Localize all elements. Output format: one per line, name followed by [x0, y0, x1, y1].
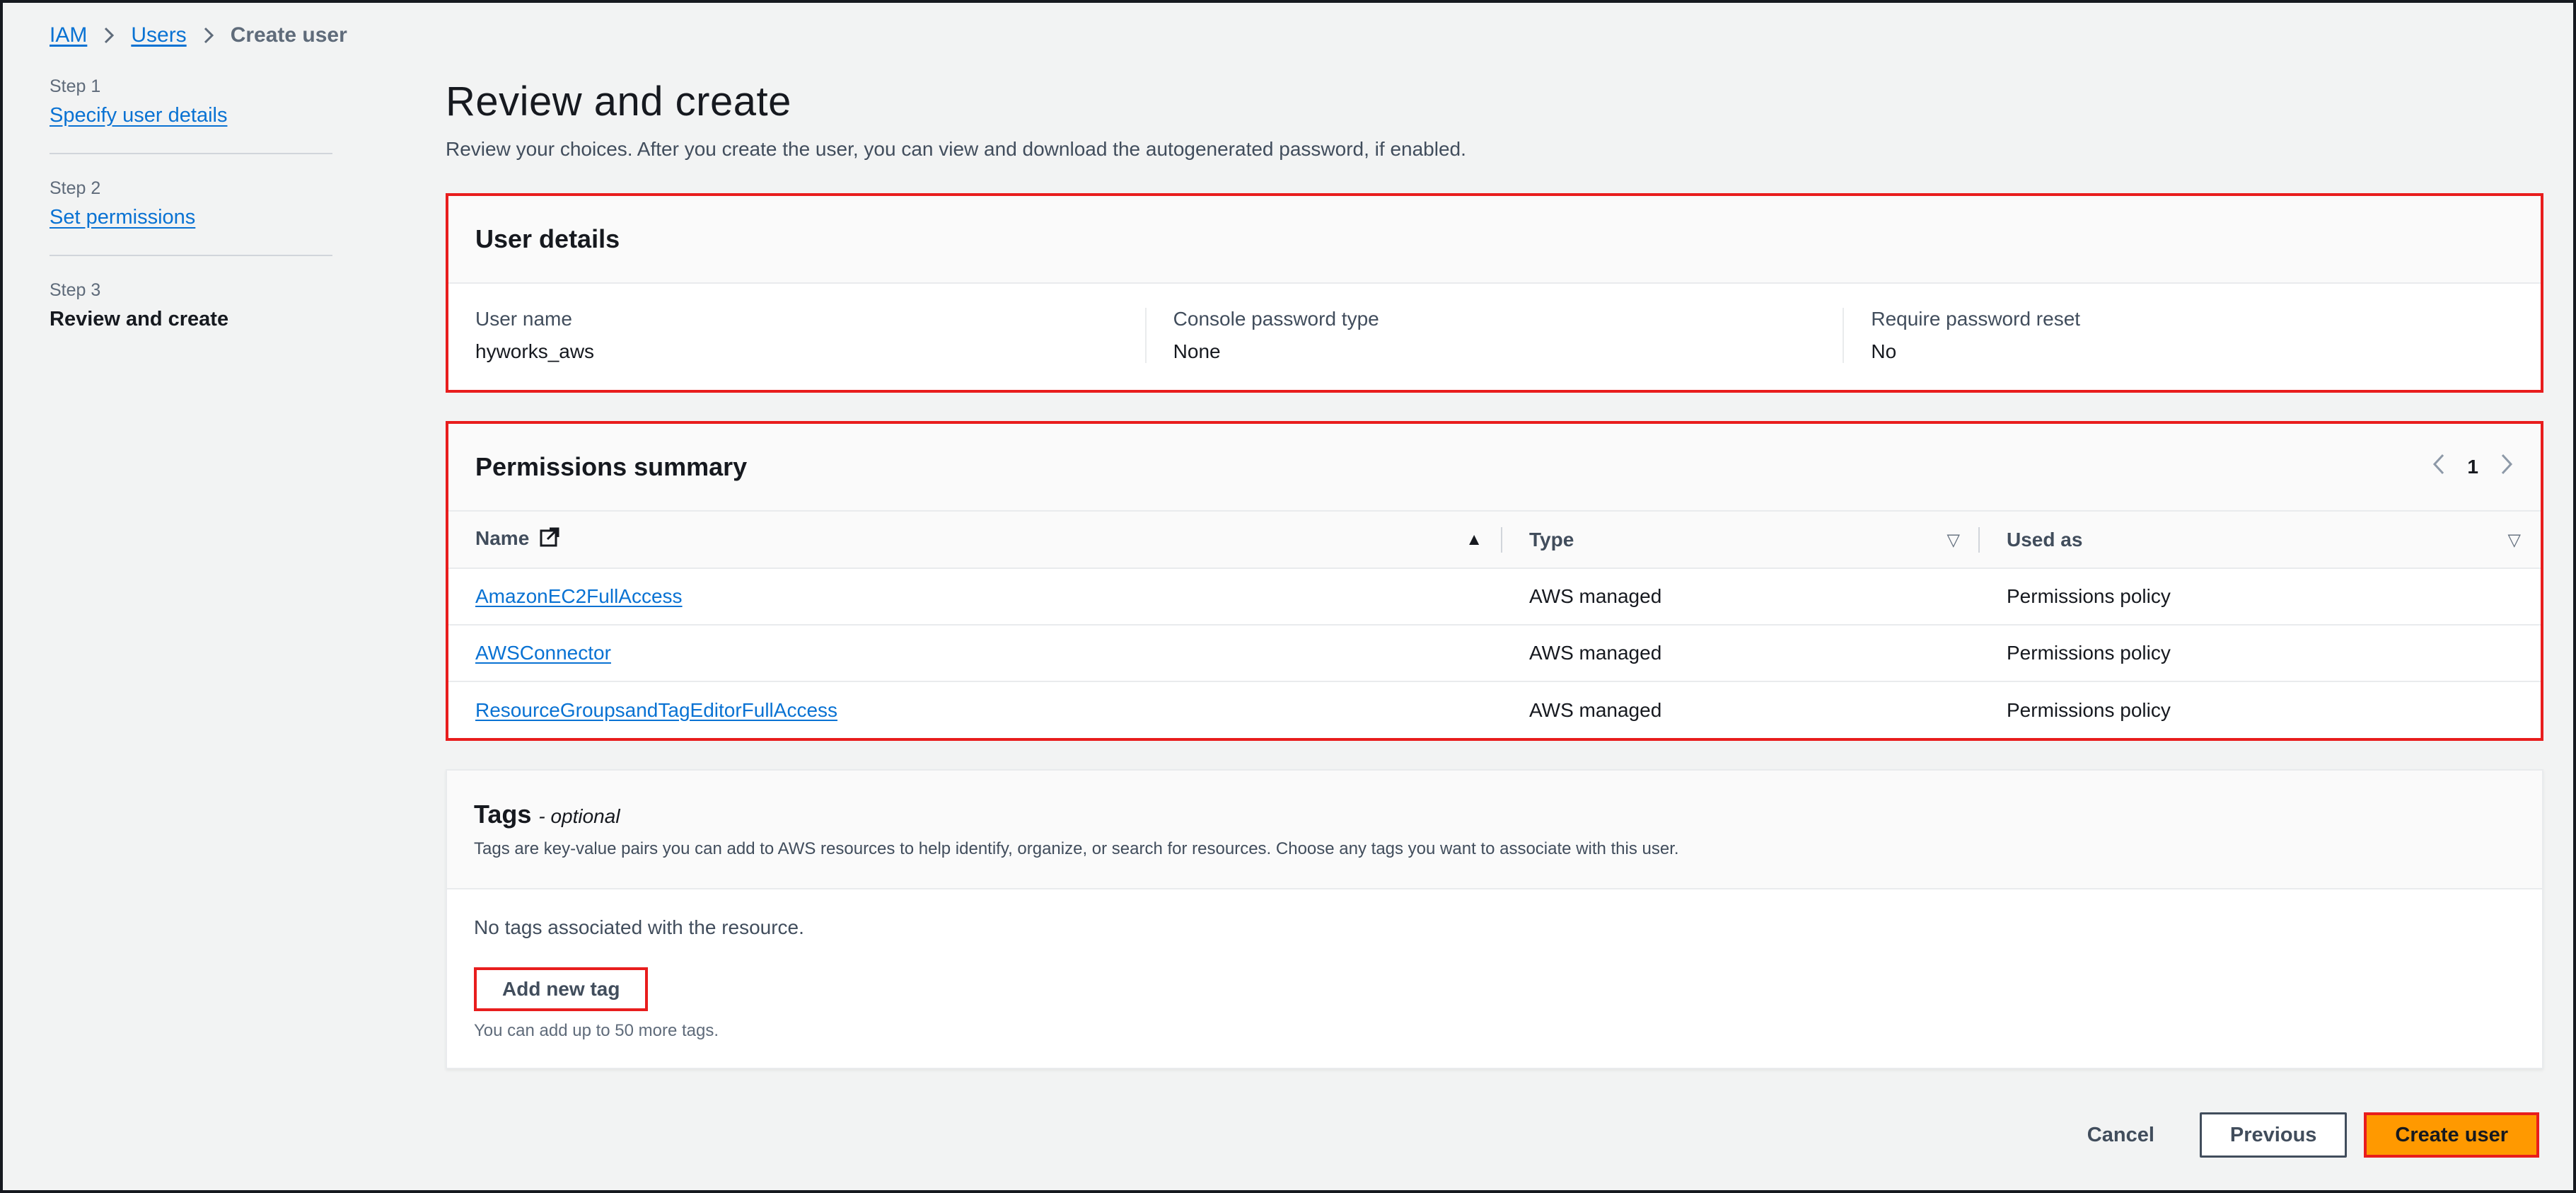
column-label: Type — [1529, 528, 1574, 551]
user-details-panel: User details User name hyworks_aws Conso… — [446, 193, 2543, 393]
user-details-header: User details — [448, 196, 2541, 284]
chevron-right-icon[interactable] — [2500, 452, 2514, 482]
step-link-set-permissions[interactable]: Set permissions — [50, 206, 195, 229]
policy-type-cell: AWS managed — [1502, 625, 1980, 682]
policy-used-as-cell: Permissions policy — [2007, 698, 2171, 721]
table-row: ResourceGroupsandTagEditorFullAccess AWS… — [448, 681, 2541, 738]
permissions-summary-panel: Permissions summary 1 Name ▲ Type ▽ Used… — [446, 421, 2543, 741]
sort-indicator-icon[interactable]: ▽ — [2508, 530, 2521, 551]
field-value: hyworks_aws — [475, 340, 595, 362]
chevron-right-icon — [202, 25, 215, 45]
field-value: No — [1871, 340, 1897, 362]
page-title: Review and create — [446, 79, 791, 125]
column-label: Used as — [2007, 528, 2083, 551]
breadcrumb-iam[interactable]: IAM — [50, 23, 87, 47]
tags-panel: Tags - optional Tags are key-value pairs… — [446, 769, 2543, 1069]
table-row: AWSConnector AWS managed Permissions pol… — [448, 625, 2541, 682]
step-3: Step 3 Review and create — [50, 280, 332, 357]
main-content: Review and create Review your choices. A… — [446, 78, 2543, 1097]
sort-ascending-icon[interactable]: ▲ — [1466, 530, 1483, 550]
breadcrumb: IAM Users Create user — [50, 21, 347, 50]
policy-name-cell: AmazonEC2FullAccess — [448, 568, 1502, 626]
sort-indicator-icon[interactable]: ▽ — [1947, 530, 1960, 551]
table-header-row: Name ▲ Type ▽ Used as ▽ — [448, 512, 2541, 569]
tags-limit-hint: You can add up to 50 more tags. — [474, 1021, 719, 1040]
policy-name-cell: ResourceGroupsandTagEditorFullAccess — [448, 681, 1502, 738]
step-label: Step 2 — [50, 178, 101, 198]
console-password-type-field: Console password type None — [1144, 308, 1843, 363]
column-header-type[interactable]: Type ▽ — [1502, 512, 1980, 569]
field-label: Require password reset — [1871, 308, 2081, 330]
external-link-icon — [539, 526, 560, 553]
page-number[interactable]: 1 — [2467, 456, 2478, 478]
cancel-button[interactable]: Cancel — [2059, 1112, 2183, 1158]
field-label: Console password type — [1173, 308, 1379, 330]
permissions-table: Name ▲ Type ▽ Used as ▽ AmazonEC2FullAcc… — [448, 512, 2541, 738]
policy-link[interactable]: AmazonEC2FullAccess — [475, 585, 683, 607]
step-2: Step 2 Set permissions — [50, 178, 332, 256]
table-row: AmazonEC2FullAccess AWS managed Permissi… — [448, 568, 2541, 626]
page-description: Review your choices. After you create th… — [446, 138, 1466, 160]
chevron-right-icon — [103, 25, 115, 45]
step-1: Step 1 Specify user details — [50, 76, 332, 154]
tags-empty-message: No tags associated with the resource. — [474, 916, 804, 938]
wizard-steps: Step 1 Specify user details Step 2 Set p… — [50, 76, 332, 381]
user-name-field: User name hyworks_aws — [448, 308, 1145, 363]
wizard-footer: Cancel Previous Create user — [2059, 1112, 2539, 1158]
breadcrumb-users[interactable]: Users — [131, 23, 186, 47]
user-details-title: User details — [475, 224, 620, 253]
tags-body: No tags associated with the resource. Ad… — [447, 889, 2542, 1068]
tags-title-row: Tags - optional — [474, 800, 620, 829]
tags-description: Tags are key-value pairs you can add to … — [474, 839, 1679, 858]
column-header-used-as[interactable]: Used as ▽ — [1980, 512, 2541, 569]
tags-optional-label: - optional — [538, 805, 620, 827]
field-label: User name — [475, 308, 572, 330]
tags-title: Tags — [474, 800, 532, 829]
policy-type-cell: AWS managed — [1502, 568, 1980, 626]
step-label: Step 3 — [50, 280, 101, 300]
create-user-button[interactable]: Create user — [2364, 1112, 2539, 1158]
user-details-body: User name hyworks_aws Console password t… — [448, 284, 2541, 390]
chevron-left-icon[interactable] — [2432, 452, 2446, 482]
add-new-tag-button[interactable]: Add new tag — [474, 967, 649, 1011]
step-label: Step 1 — [50, 76, 101, 96]
policy-link[interactable]: AWSConnector — [475, 642, 611, 664]
permissions-header: Permissions summary 1 — [448, 424, 2541, 512]
column-header-name[interactable]: Name ▲ — [448, 512, 1502, 569]
column-label: Name — [475, 527, 530, 549]
previous-button[interactable]: Previous — [2199, 1112, 2348, 1158]
permissions-title: Permissions summary — [475, 452, 748, 481]
policy-name-cell: AWSConnector — [448, 625, 1502, 682]
policy-link[interactable]: ResourceGroupsandTagEditorFullAccess — [475, 699, 837, 721]
policy-used-as-cell: Permissions policy — [1980, 625, 2541, 682]
breadcrumb-current: Create user — [230, 23, 347, 47]
step-current-review-and-create: Review and create — [50, 308, 229, 330]
step-link-specify-user-details[interactable]: Specify user details — [50, 104, 227, 127]
tags-header: Tags - optional Tags are key-value pairs… — [447, 771, 2542, 889]
policy-type-cell: AWS managed — [1529, 698, 1662, 721]
pagination: 1 — [2432, 452, 2514, 482]
policy-used-as-cell: Permissions policy — [1980, 568, 2541, 626]
require-password-reset-field: Require password reset No — [1843, 308, 2541, 363]
field-value: None — [1173, 340, 1221, 362]
